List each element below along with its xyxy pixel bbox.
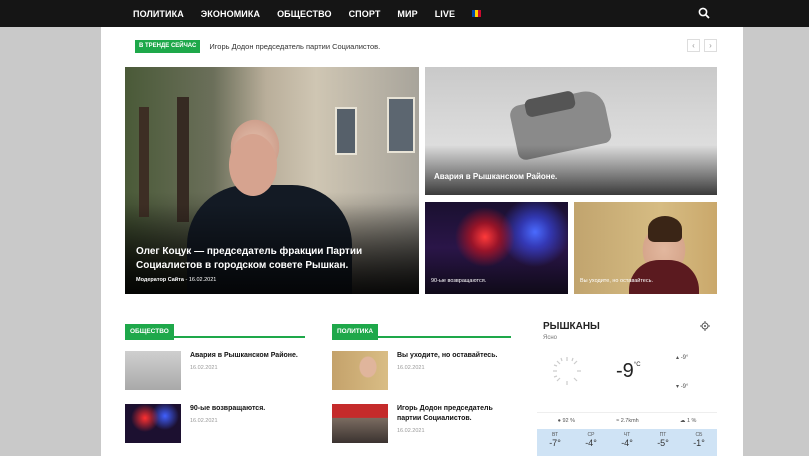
weather-condition: Ясно xyxy=(543,335,557,341)
photo-tree xyxy=(139,107,149,217)
photo-shade xyxy=(425,145,717,195)
news-date: 16.02.2021 xyxy=(397,428,425,434)
weather-high: ▴ -9° xyxy=(676,355,689,361)
news-title[interactable]: Вы уходите, но оставайтесь. xyxy=(397,351,497,361)
weather-temp-unit: °C xyxy=(633,362,641,368)
cloud-icon: ☁ xyxy=(679,417,686,424)
hero-main-author[interactable]: Модератор Сайта xyxy=(136,277,184,283)
news-date: 16.02.2021 xyxy=(190,365,218,371)
wind-icon: ≈ xyxy=(616,417,620,424)
sun-icon xyxy=(553,357,581,385)
humidity-value: 92 % xyxy=(562,417,575,424)
humidity-stat: ● 92 % xyxy=(558,418,575,424)
photo-window xyxy=(387,97,415,153)
nav-item-society[interactable]: ОБЩЕСТВО xyxy=(277,9,332,19)
location-icon[interactable] xyxy=(700,321,710,331)
hero-woman-title[interactable]: Вы уходите, но оставайтесь. xyxy=(580,278,653,284)
hero-crash-article[interactable]: Авария в Рышканском Районе. xyxy=(425,67,717,195)
hero-woman-article[interactable]: Вы уходите, но оставайтесь. xyxy=(574,202,717,294)
cloud-stat: ☁ 1 % xyxy=(680,418,697,424)
forecast-day: СБ -1° xyxy=(693,429,705,456)
news-title[interactable]: 90-ые возвращаются. xyxy=(190,404,265,414)
weather-stats: ● 92 % ≈ 2.7kmh ☁ 1 % xyxy=(537,412,717,425)
droplet-icon: ● xyxy=(557,417,561,424)
hero-police-article[interactable]: 90-ые возвращаются. xyxy=(425,202,568,294)
news-title[interactable]: Игорь Додон председатель партии Социалис… xyxy=(397,404,507,424)
news-thumbnail[interactable] xyxy=(125,404,181,443)
list-item[interactable]: Авария в Рышканском Районе. 16.02.2021 xyxy=(125,351,298,390)
photo-person-head xyxy=(229,134,277,196)
list-item[interactable]: Игорь Додон председатель партии Социалис… xyxy=(332,404,507,443)
hero-crash-title[interactable]: Авария в Рышканском Районе. xyxy=(434,172,557,181)
main-page: В ТРЕНДЕ СЕЙЧАС Игорь Додон председатель… xyxy=(101,27,743,456)
wind-stat: ≈ 2.7kmh xyxy=(616,418,639,424)
wind-value: 2.7kmh xyxy=(620,417,639,424)
forecast-day-temp: -5° xyxy=(657,438,669,448)
politics-section-label[interactable]: ПОЛИТИКА xyxy=(332,324,379,340)
hero-main-article[interactable]: Олег Коцук — председатель фракции Партии… xyxy=(125,67,419,294)
nav-item-sport[interactable]: СПОРТ xyxy=(349,9,381,19)
search-icon[interactable] xyxy=(698,7,710,19)
trending-prev-button[interactable]: ‹ xyxy=(687,39,700,52)
forecast-day-temp: -4° xyxy=(621,438,633,448)
forecast-day: ВТ -7° xyxy=(549,429,561,456)
weather-low: ▾ -9° xyxy=(676,384,689,390)
trending-arrows: ‹ › xyxy=(683,39,717,52)
hero-main-date: 16.02.2021 xyxy=(188,277,217,283)
photo-window xyxy=(335,107,357,155)
weather-temp-value: -9 xyxy=(616,360,634,382)
news-thumbnail[interactable] xyxy=(332,351,388,390)
weather-city: РЫШКАНЫ xyxy=(543,321,600,332)
trending-next-button[interactable]: › xyxy=(704,39,717,52)
moldova-flag-icon[interactable] xyxy=(472,10,482,17)
list-item[interactable]: 90-ые возвращаются. 16.02.2021 xyxy=(125,404,265,443)
forecast-day: ПТ -5° xyxy=(657,429,669,456)
nav-item-politics[interactable]: ПОЛИТИКА xyxy=(133,9,184,19)
nav-menu: ПОЛИТИКА ЭКОНОМИКА ОБЩЕСТВО СПОРТ МИР LI… xyxy=(133,0,482,27)
hero-main-meta: Модератор Сайта - 16.02.2021 xyxy=(136,277,217,283)
nav-item-world[interactable]: МИР xyxy=(397,9,417,19)
news-date: 16.02.2021 xyxy=(190,418,218,424)
society-section-header: ОБЩЕСТВО xyxy=(125,320,305,340)
weather-forecast: ВТ -7° СР -4° ЧТ -4° ПТ -5° СБ -1° xyxy=(537,429,717,456)
weather-widget: РЫШКАНЫ Ясно -9°C ▴ -9° ▾ -9° ● 92 % ≈ 2… xyxy=(537,317,717,456)
top-navigation-bar: ПОЛИТИКА ЭКОНОМИКА ОБЩЕСТВО СПОРТ МИР LI… xyxy=(0,0,809,27)
politics-section-header: ПОЛИТИКА xyxy=(332,320,511,340)
weather-temperature: -9°C xyxy=(616,360,641,383)
trending-headline[interactable]: Игорь Додон председатель партии Социалис… xyxy=(209,42,380,51)
hero-police-title[interactable]: 90-ые возвращаются. xyxy=(431,278,486,284)
forecast-day-temp: -4° xyxy=(585,438,597,448)
weather-low-value: -9° xyxy=(680,384,689,390)
photo-coat xyxy=(629,260,699,294)
society-section-label[interactable]: ОБЩЕСТВО xyxy=(125,324,174,340)
nav-item-live[interactable]: LIVE xyxy=(435,9,455,19)
forecast-day: СР -4° xyxy=(585,429,597,456)
forecast-day: ЧТ -4° xyxy=(621,429,633,456)
news-thumbnail[interactable] xyxy=(332,404,388,443)
weather-high-value: -9° xyxy=(680,355,689,361)
news-thumbnail[interactable] xyxy=(125,351,181,390)
cloud-value: 1 % xyxy=(686,417,697,424)
hero-main-title[interactable]: Олег Коцук — председатель фракции Партии… xyxy=(136,245,381,273)
news-date: 16.02.2021 xyxy=(397,365,425,371)
trending-bar: В ТРЕНДЕ СЕЙЧАС Игорь Додон председатель… xyxy=(135,39,717,54)
trending-badge: В ТРЕНДЕ СЕЙЧАС xyxy=(135,40,201,53)
nav-item-economy[interactable]: ЭКОНОМИКА xyxy=(201,9,260,19)
forecast-day-temp: -1° xyxy=(693,438,705,448)
news-title[interactable]: Авария в Рышканском Районе. xyxy=(190,351,298,361)
photo-hair xyxy=(648,216,682,242)
forecast-day-temp: -7° xyxy=(549,438,561,448)
list-item[interactable]: Вы уходите, но оставайтесь. 16.02.2021 xyxy=(332,351,497,390)
